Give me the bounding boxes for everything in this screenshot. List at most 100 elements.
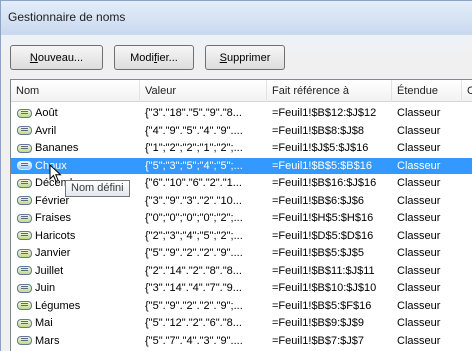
refers-to-cell: =Feuil1!$B$10:$J$10 <box>272 282 377 294</box>
tooltip: Nom défini <box>65 180 130 197</box>
value-cell: {"2"."14"."2"."8"."8... <box>145 264 242 277</box>
table-row[interactable]: Mars {"5"."7"."4"."3"."9".... =Feuil1!$B$7… <box>11 333 472 349</box>
named-range-icon <box>17 178 32 188</box>
delete-button[interactable]: Supprimer <box>205 45 285 70</box>
named-range-icon <box>17 283 32 293</box>
refers-to-cell: =Feuil1!$B$12:$J$12 <box>272 107 377 119</box>
refers-to-cell: =Feuil1!$B$11:$J$11 <box>272 264 375 277</box>
value-cell: {"6"."10"."6"."2"."1... <box>145 177 242 189</box>
value-cell: {"3"."14"."4"."7"."9... <box>145 282 242 294</box>
scope-cell: Classeur <box>397 212 441 224</box>
table-row[interactable]: Choux {"5";"3";"5";"4";"5";... =Feuil1!$B$… <box>11 157 472 174</box>
toolbar: Nouveau... Modi f ier... Supprimer <box>10 45 285 71</box>
names-list[interactable]: Nom Valeur Fait référence à Étendue Co A… <box>10 79 472 351</box>
value-cell: {"2";"3";"4";"5";"2";... <box>145 229 243 242</box>
new-button[interactable]: Nouveau... <box>10 45 103 70</box>
refers-to-cell: =Feuil1!$B$7:$J$7 <box>272 334 365 347</box>
refers-to-cell: =Feuil1!$B$5:$B$16 <box>272 159 372 172</box>
window-title: Gestionnaire de noms <box>8 10 126 24</box>
refers-to-cell: =Feuil1!$D$5:$D$16 <box>272 229 374 242</box>
scope-cell: Classeur <box>397 282 441 294</box>
name-text: Janvier <box>35 247 71 259</box>
value-cell: {"1";"2";"2";"1";"2";... <box>145 142 243 154</box>
name-cell: Juin <box>15 280 140 296</box>
table-row[interactable]: Fraises {"0";"0";"0";"0";"2";... =Feuil1!$… <box>11 210 472 226</box>
scope-cell: Classeur <box>397 299 441 312</box>
column-header-name[interactable]: Nom <box>11 80 140 102</box>
name-text: Fraises <box>35 212 72 224</box>
scope-cell: Classeur <box>397 334 441 347</box>
edit-button-label-start: Modi <box>130 51 154 64</box>
named-range-icon <box>17 231 32 240</box>
column-header-scope[interactable]: Étendue <box>392 80 462 102</box>
name-text: Mars <box>35 334 60 347</box>
name-cell: Janvier <box>15 245 140 261</box>
delete-button-mnemonic: S <box>219 51 227 64</box>
named-range-icon <box>17 161 32 170</box>
scope-cell: Classeur <box>397 142 441 154</box>
name-text: Légumes <box>35 299 81 312</box>
named-range-icon <box>17 318 32 328</box>
refers-to-cell: =Feuil1!$B$6:$J$6 <box>272 194 365 207</box>
scope-cell: Classeur <box>397 159 441 172</box>
column-header-value[interactable]: Valeur <box>140 80 267 102</box>
name-text: Juillet <box>35 264 64 277</box>
named-range-icon <box>17 126 32 135</box>
name-cell: Fraises <box>15 210 140 226</box>
name-cell: Haricots <box>15 228 140 244</box>
title-bar: Gestionnaire de noms <box>1 1 472 31</box>
scope-cell: Classeur <box>397 317 441 329</box>
edit-button[interactable]: Modi f ier... <box>114 45 194 70</box>
name-cell: Juillet <box>15 263 140 279</box>
scope-cell: Classeur <box>397 107 441 119</box>
refers-to-cell: =Feuil1!$H$5:$H$16 <box>272 212 374 224</box>
scope-cell: Classeur <box>397 124 441 137</box>
name-cell: Mai <box>15 315 140 331</box>
table-row[interactable]: Mai {"5"."12"."2"."6"."8... =Feuil1!$B$9:$… <box>11 315 472 331</box>
value-cell: {"0";"0";"0";"0";"2";... <box>145 212 243 224</box>
table-row[interactable]: Haricots {"2";"3";"4";"5";"2";... =Feuil1!… <box>11 228 472 244</box>
name-cell: Août <box>15 105 140 121</box>
name-text: Juin <box>35 282 56 294</box>
value-cell: {"4"."9"."5"."4"."9".... <box>145 124 243 137</box>
named-range-icon <box>17 336 32 345</box>
named-range-icon <box>17 196 32 205</box>
named-range-icon <box>17 248 32 258</box>
table-row[interactable]: Juin {"3"."14"."4"."7"."9... =Feuil1!$B$10… <box>11 280 472 296</box>
mouse-pointer-icon <box>49 164 62 183</box>
refers-to-cell: =Feuil1!$B$5:$F$16 <box>272 299 372 312</box>
table-row[interactable]: Juillet {"2"."14"."2"."8"."8... =Feuil1!$B… <box>11 263 472 279</box>
scope-cell: Classeur <box>397 194 441 207</box>
name-text: Août <box>35 107 58 119</box>
name-text: Bananes <box>35 142 79 154</box>
column-header-comment[interactable]: Co <box>462 80 472 102</box>
value-cell: {"3"."18"."5"."9"."8... <box>145 107 242 119</box>
delete-button-label: upprimer <box>226 51 271 64</box>
refers-to-cell: =Feuil1!$B$5:$J$5 <box>272 247 365 259</box>
refers-to-cell: =Feuil1!$B$16:$J$16 <box>272 177 377 189</box>
value-cell: {"5"."12"."2"."6"."8... <box>145 317 242 329</box>
edit-button-label-end: ier... <box>157 51 178 64</box>
table-row[interactable]: Avril {"4"."9"."5"."4"."9".... =Feuil1!$B$… <box>11 123 472 139</box>
named-range-icon <box>17 213 32 223</box>
name-cell: Avril <box>15 123 140 139</box>
named-range-icon <box>17 108 32 118</box>
value-cell: {"3"."9"."3"."2"."10... <box>145 194 242 207</box>
scope-cell: Classeur <box>397 264 441 277</box>
value-cell: {"5"."9"."2"."2"."9";... <box>145 299 243 312</box>
scope-cell: Classeur <box>397 247 441 259</box>
column-header-refers-to[interactable]: Fait référence à <box>267 80 392 102</box>
table-row[interactable]: Légumes {"5"."9"."2"."2"."9";... =Feuil1!$… <box>11 298 472 314</box>
name-cell: Bananes <box>15 140 140 156</box>
new-button-mnemonic: N <box>29 51 38 64</box>
table-row[interactable]: Bananes {"1";"2";"2";"1";"2";... =Feuil1!$… <box>11 140 472 156</box>
named-range-icon <box>17 266 32 275</box>
table-row[interactable]: Août {"3"."18"."5"."9"."8... =Feuil1!$B$12… <box>11 105 472 121</box>
name-manager-window: Gestionnaire de noms Nouveau... Modi f ier… <box>0 0 472 351</box>
table-row[interactable]: Janvier {"5"."9"."2"."2"."9".... =Feuil1!$… <box>11 245 472 261</box>
named-range-icon <box>17 143 32 153</box>
scope-cell: Classeur <box>397 177 441 189</box>
scope-cell: Classeur <box>397 229 441 242</box>
list-header: Nom Valeur Fait référence à Étendue Co <box>11 80 472 102</box>
name-text: Haricots <box>35 229 76 242</box>
